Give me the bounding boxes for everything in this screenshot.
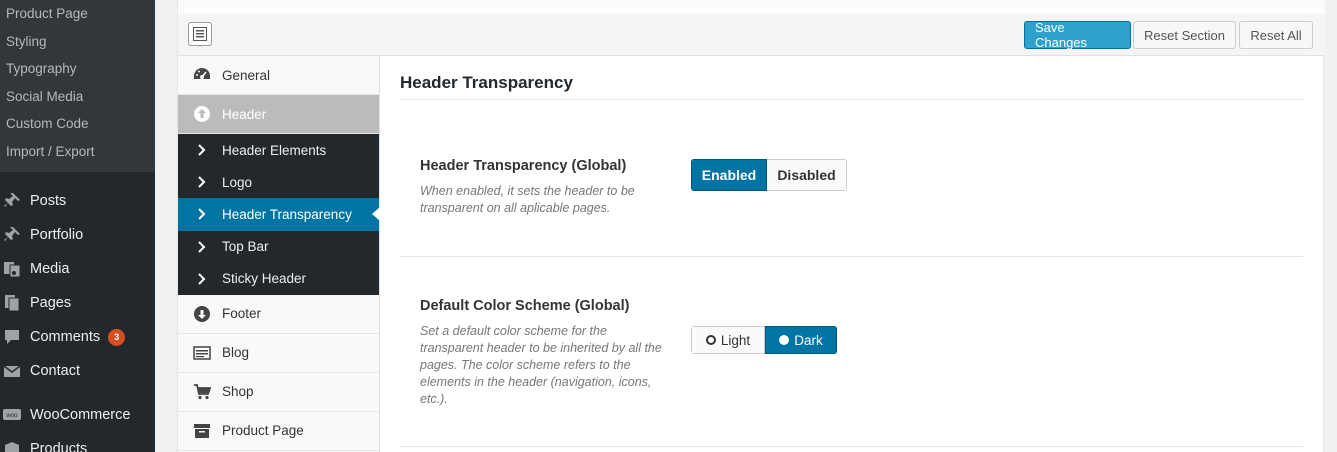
divider <box>400 446 1303 447</box>
theme-options-submenu: Product Page Styling Typography Social M… <box>0 0 155 172</box>
color-scheme-radio-group: Light Dark <box>691 326 837 354</box>
submenu-custom-code[interactable]: Custom Code <box>0 112 155 140</box>
menu-label: Products <box>30 441 88 452</box>
section-label: General <box>222 67 271 83</box>
section-label: Blog <box>222 345 250 361</box>
section-product-page[interactable]: Product Page <box>178 412 379 451</box>
section-label: Product Page <box>222 423 304 439</box>
section-menu: General Header Header Elements Logo Head… <box>178 56 380 452</box>
subsection-label: Logo <box>222 174 253 190</box>
submenu-typography[interactable]: Typography <box>0 57 155 85</box>
dashboard-icon <box>192 65 212 85</box>
chevron-right-icon <box>192 240 212 253</box>
header-transparency-toggle: Enabled Disabled <box>691 159 847 191</box>
menu-label: WooCommerce <box>30 407 131 423</box>
pages-icon <box>0 292 27 314</box>
radio-empty-icon <box>705 335 716 345</box>
menu-label: Contact <box>30 363 80 379</box>
menu-comments[interactable]: Comments 3 <box>0 320 155 354</box>
admin-sidebar: Product Page Styling Typography Social M… <box>0 0 155 452</box>
divider <box>400 256 1303 257</box>
cart-icon <box>192 382 212 402</box>
subsection-header-elements[interactable]: Header Elements <box>178 134 379 166</box>
reset-all-button[interactable]: Reset All <box>1239 21 1313 49</box>
section-label: Footer <box>222 306 262 322</box>
menu-portfolio[interactable]: Portfolio <box>0 218 155 252</box>
comments-count-badge: 3 <box>108 328 126 346</box>
subsection-label: Top Bar <box>222 239 269 255</box>
default-color-scheme-label: Default Color Scheme (Global) <box>420 298 630 314</box>
subsection-label: Sticky Header <box>222 271 307 287</box>
pin-icon <box>0 224 27 246</box>
section-general[interactable]: General <box>178 56 379 95</box>
admin-menu: Posts Portfolio Media Pages Comments 3 C… <box>0 172 155 452</box>
menu-label: Media <box>30 261 70 277</box>
svg-text:woo: woo <box>5 413 18 419</box>
default-color-scheme-description: Set a default color scheme for the trans… <box>420 324 662 406</box>
menu-products[interactable]: Products <box>0 432 155 452</box>
section-title: Header Transparency <box>400 73 573 92</box>
submenu-import-export[interactable]: Import / Export <box>0 140 155 168</box>
menu-label: Comments <box>30 329 101 345</box>
subsection-logo[interactable]: Logo <box>178 166 379 198</box>
section-header[interactable]: Header <box>178 95 379 134</box>
subsection-label: Header Elements <box>222 142 327 158</box>
menu-posts[interactable]: Posts <box>0 184 155 218</box>
blog-list-icon <box>192 343 212 363</box>
header-transparency-label: Header Transparency (Global) <box>420 158 627 174</box>
mail-icon <box>0 360 27 382</box>
subsection-label: Header Transparency <box>222 206 352 222</box>
disabled-option[interactable]: Disabled <box>767 159 847 191</box>
options-panel: Save Changes Reset Section Reset All Gen… <box>177 0 1325 452</box>
menu-pages[interactable]: Pages <box>0 286 155 320</box>
section-content: Header Transparency Header Transparency … <box>400 56 1303 452</box>
subsection-header-transparency[interactable]: Header Transparency <box>178 198 380 231</box>
subsection-top-bar[interactable]: Top Bar <box>178 231 379 263</box>
section-shop[interactable]: Shop <box>178 373 379 412</box>
reset-section-button[interactable]: Reset Section <box>1133 21 1236 49</box>
header-subsections: Header Elements Logo Header Transparency… <box>178 134 380 295</box>
section-label: Shop <box>222 384 254 400</box>
options-toolbar: Save Changes Reset Section Reset All <box>178 0 1325 56</box>
chevron-right-icon <box>192 144 212 156</box>
chevron-right-icon <box>192 176 212 188</box>
products-icon <box>0 438 27 452</box>
section-footer[interactable]: Footer <box>178 295 379 334</box>
header-transparency-description: When enabled, it sets the header to be t… <box>420 184 635 215</box>
archive-box-icon <box>192 421 212 441</box>
menu-media[interactable]: Media <box>0 252 155 286</box>
section-blog[interactable]: Blog <box>178 334 379 373</box>
divider <box>400 99 1303 100</box>
light-option[interactable]: Light <box>691 326 765 354</box>
radio-checked-icon <box>779 335 790 345</box>
woo-icon: woo <box>0 404 27 426</box>
pin-icon <box>0 190 27 212</box>
menu-woocommerce[interactable]: woo WooCommerce <box>0 398 155 432</box>
dark-option[interactable]: Dark <box>765 326 837 354</box>
submenu-styling[interactable]: Styling <box>0 30 155 58</box>
dark-option-label: Dark <box>794 332 823 348</box>
light-option-label: Light <box>720 332 751 348</box>
arrow-up-circle-icon <box>192 104 212 124</box>
arrow-down-circle-icon <box>192 304 212 324</box>
media-icon <box>0 258 27 280</box>
subsection-sticky-header[interactable]: Sticky Header <box>178 263 379 295</box>
menu-contact[interactable]: Contact <box>0 354 155 388</box>
enabled-option[interactable]: Enabled <box>691 159 767 191</box>
menu-label: Portfolio <box>30 227 84 243</box>
list-icon <box>193 27 207 41</box>
section-label: Header <box>222 106 267 122</box>
expand-options-button[interactable] <box>188 22 212 46</box>
comments-icon <box>0 326 27 348</box>
chevron-right-icon <box>192 273 212 285</box>
chevron-right-icon <box>192 208 212 221</box>
menu-label: Posts <box>30 193 67 209</box>
submenu-social-media[interactable]: Social Media <box>0 85 155 113</box>
submenu-product-page[interactable]: Product Page <box>0 2 155 30</box>
save-changes-button[interactable]: Save Changes <box>1024 20 1131 50</box>
menu-label: Pages <box>30 295 72 311</box>
